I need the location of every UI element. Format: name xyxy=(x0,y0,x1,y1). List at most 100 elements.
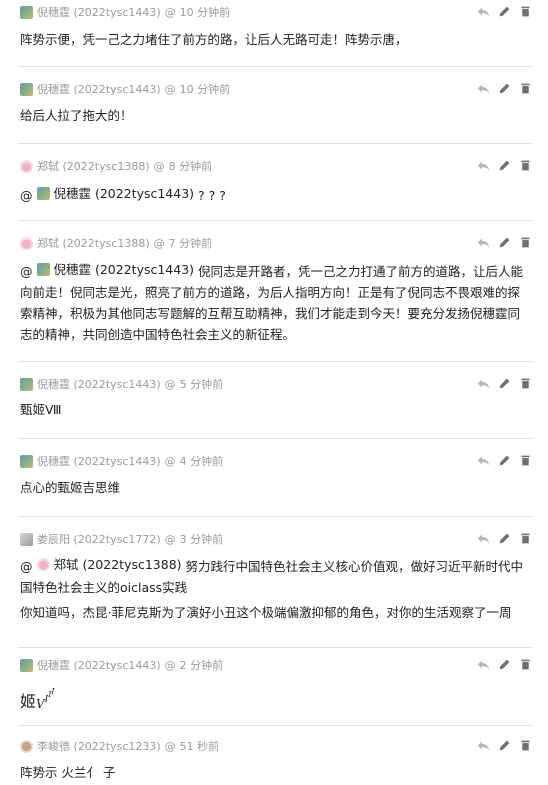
edit-icon[interactable] xyxy=(498,658,511,671)
divider xyxy=(18,143,533,144)
comment-actions xyxy=(477,454,532,467)
reply-icon[interactable] xyxy=(477,5,490,18)
comment-header: 娄辰阳 (2022tysc1772) @ 3 分钟前 xyxy=(20,530,223,548)
comment-author[interactable]: 倪穗霆 (2022tysc1443) xyxy=(37,453,161,469)
avatar[interactable] xyxy=(20,82,33,96)
delete-icon[interactable] xyxy=(519,5,532,18)
edit-icon[interactable] xyxy=(498,377,511,390)
reply-icon[interactable] xyxy=(477,377,490,390)
comment-text: 甄姬Ⅷ xyxy=(20,402,62,417)
reply-icon[interactable] xyxy=(477,82,490,95)
divider xyxy=(18,438,533,439)
at-symbol: @ xyxy=(20,264,33,279)
reply-icon[interactable] xyxy=(477,454,490,467)
delete-icon[interactable] xyxy=(519,532,532,545)
delete-icon[interactable] xyxy=(519,658,532,671)
at-separator: @ xyxy=(164,82,176,96)
at-separator: @ xyxy=(164,739,176,753)
at-separator: @ xyxy=(164,532,176,546)
comment-header: 倪穗霆 (2022tysc1443) @ 5 分钟前 xyxy=(20,375,223,393)
comment-author[interactable]: 倪穗霆 (2022tysc1443) xyxy=(37,4,161,20)
reply-icon[interactable] xyxy=(477,658,490,671)
comment-author[interactable]: 郑轼 (2022tysc1388) xyxy=(37,235,150,251)
reply-icon[interactable] xyxy=(477,532,490,545)
comment-time[interactable]: 10 分钟前 xyxy=(180,81,231,97)
comment-body: @ 郑轼 (2022tysc1388) 努力践行中国特色社会主义核心价值观，做好习… xyxy=(20,554,528,623)
comment-body: 阵势示便，凭一己之力堵住了前方的路，让后人无路可走！阵势示唐， xyxy=(20,29,528,50)
comment-text-content: 姬 xyxy=(20,692,37,711)
avatar xyxy=(36,558,50,571)
reply-icon[interactable] xyxy=(477,739,490,752)
comment-header: 倪穗霆 (2022tysc1443) @ 10 分钟前 xyxy=(20,80,230,98)
divider xyxy=(18,516,533,517)
reply-icon[interactable] xyxy=(477,236,490,249)
avatar[interactable] xyxy=(20,658,33,672)
avatar xyxy=(36,187,50,200)
comment-header: 郑轼 (2022tysc1388) @ 7 分钟前 xyxy=(20,234,212,252)
mention-name: 倪穗霆 (2022tysc1443) xyxy=(53,186,195,201)
avatar[interactable] xyxy=(20,454,33,468)
comment-time[interactable]: 4 分钟前 xyxy=(180,453,224,469)
comment-actions xyxy=(477,739,532,752)
comment-body: 甄姬Ⅷ xyxy=(20,399,528,420)
avatar[interactable] xyxy=(20,236,33,250)
delete-icon[interactable] xyxy=(519,159,532,172)
at-symbol: @ xyxy=(20,188,33,203)
avatar[interactable] xyxy=(20,159,33,173)
edit-icon[interactable] xyxy=(498,739,511,752)
edit-icon[interactable] xyxy=(498,159,511,172)
mention-name: 郑轼 (2022tysc1388) xyxy=(53,557,182,572)
divider xyxy=(18,647,533,648)
reply-icon[interactable] xyxy=(477,159,490,172)
user-mention[interactable]: 倪穗霆 (2022tysc1443) xyxy=(33,259,195,280)
delete-icon[interactable] xyxy=(519,236,532,249)
comment-time[interactable]: 8 分钟前 xyxy=(169,158,213,174)
at-separator: @ xyxy=(164,5,176,19)
avatar[interactable] xyxy=(20,377,33,391)
comment-text: 姬VIII xyxy=(20,681,528,715)
delete-icon[interactable] xyxy=(519,377,532,390)
comment-text: 阵势示 火兰亻 子 xyxy=(20,765,116,780)
comment-text: 给后人拉了拖大的！ xyxy=(20,108,133,123)
comment-time[interactable]: 2 分钟前 xyxy=(180,657,224,673)
comment-author[interactable]: 李峻德 (2022tysc1233) xyxy=(37,738,161,754)
avatar xyxy=(36,263,50,276)
delete-icon[interactable] xyxy=(519,739,532,752)
comment-author[interactable]: 郑轼 (2022tysc1388) xyxy=(37,158,150,174)
edit-icon[interactable] xyxy=(498,454,511,467)
divider xyxy=(18,66,533,67)
edit-icon[interactable] xyxy=(498,532,511,545)
comment-text: 点心的甄姬吉思维 xyxy=(20,480,121,495)
comment-time[interactable]: 5 分钟前 xyxy=(180,376,224,392)
avatar[interactable] xyxy=(20,739,33,753)
edit-icon[interactable] xyxy=(498,82,511,95)
user-mention[interactable]: 郑轼 (2022tysc1388) xyxy=(33,554,182,575)
math-sup-3: I xyxy=(51,687,55,696)
comment-time[interactable]: 10 分钟前 xyxy=(180,4,231,20)
comment-text: @ 郑轼 (2022tysc1388) 努力践行中国特色社会主义核心价值观，做好习… xyxy=(20,554,528,598)
at-symbol: @ xyxy=(20,559,33,574)
avatar[interactable] xyxy=(20,532,33,546)
comment-author[interactable]: 倪穗霆 (2022tysc1443) xyxy=(37,376,161,392)
comment-header: 李峻德 (2022tysc1233) @ 51 秒前 xyxy=(20,737,219,755)
comment-time[interactable]: 7 分钟前 xyxy=(169,235,213,251)
mention-name: 倪穗霆 (2022tysc1443) xyxy=(53,262,195,277)
divider xyxy=(18,220,533,221)
comment-time[interactable]: 3 分钟前 xyxy=(180,531,224,547)
comment-time[interactable]: 51 秒前 xyxy=(180,738,220,754)
avatar[interactable] xyxy=(20,5,33,19)
at-separator: @ xyxy=(164,377,176,391)
delete-icon[interactable] xyxy=(519,82,532,95)
edit-icon[interactable] xyxy=(498,5,511,18)
user-mention[interactable]: 倪穗霆 (2022tysc1443) xyxy=(33,183,195,204)
edit-icon[interactable] xyxy=(498,236,511,249)
divider xyxy=(18,725,533,726)
comment-header: 倪穗霆 (2022tysc1443) @ 2 分钟前 xyxy=(20,656,223,674)
comment-actions xyxy=(477,532,532,545)
comment-text: @ 倪穗霆 (2022tysc1443) 倪同志是开路者，凭一己之力打通了前方的道… xyxy=(20,259,528,345)
delete-icon[interactable] xyxy=(519,454,532,467)
comment-author[interactable]: 倪穗霆 (2022tysc1443) xyxy=(37,657,161,673)
at-separator: @ xyxy=(164,658,176,672)
comment-author[interactable]: 娄辰阳 (2022tysc1772) xyxy=(37,531,161,547)
comment-author[interactable]: 倪穗霆 (2022tysc1443) xyxy=(37,81,161,97)
